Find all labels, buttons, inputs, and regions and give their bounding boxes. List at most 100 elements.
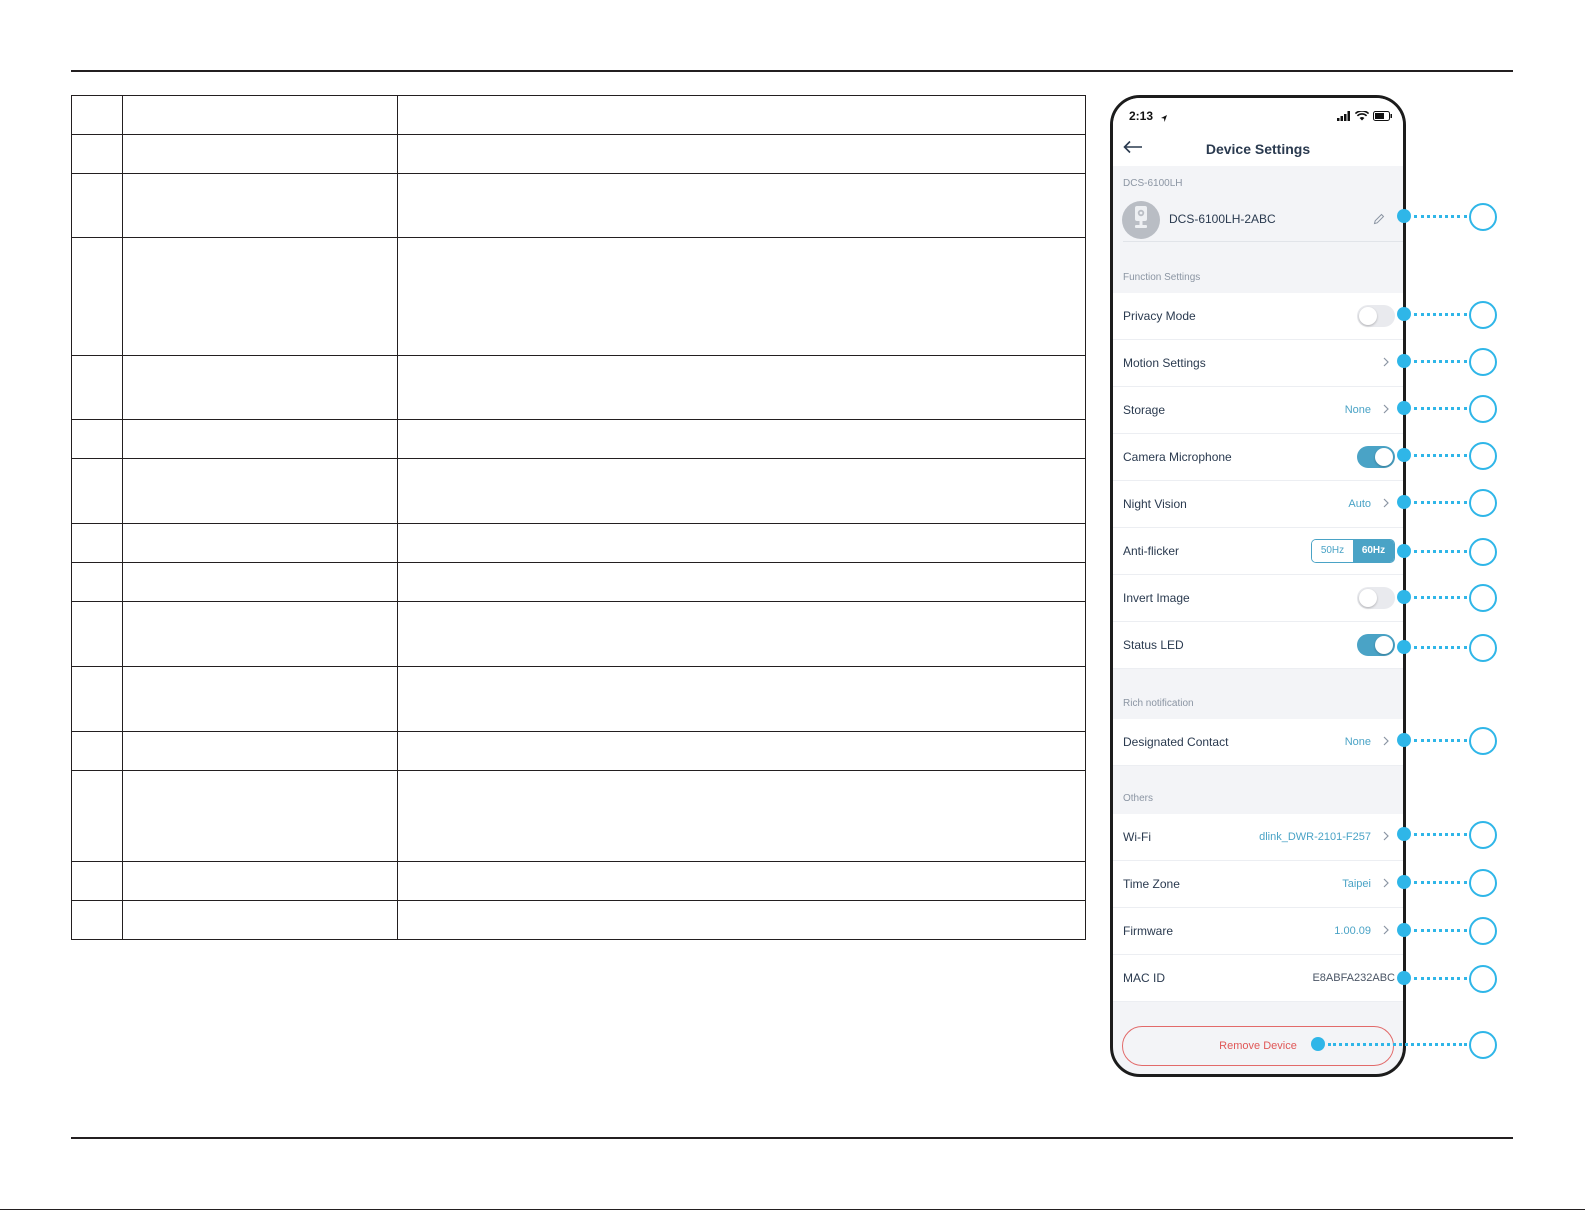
callout-number-circle <box>1469 821 1497 849</box>
time-zone-row[interactable]: Time Zone Taipei <box>1113 861 1403 908</box>
table-row <box>71 355 1086 420</box>
callout-leader-line <box>1414 929 1467 932</box>
page-title: Device Settings <box>1205 141 1311 157</box>
callout-leader-line <box>1414 596 1467 599</box>
anti-flicker-option-50hz[interactable]: 50Hz <box>1312 540 1353 562</box>
callout-number-circle <box>1469 538 1497 566</box>
anti-flicker-label: Anti-flicker <box>1123 544 1180 558</box>
callout-number-circle <box>1469 489 1497 517</box>
chevron-right-icon <box>1383 733 1389 751</box>
callout-number-circle <box>1469 965 1497 993</box>
motion-settings-row[interactable]: Motion Settings <box>1113 340 1403 387</box>
callout-dot <box>1397 971 1411 985</box>
phone-frame: 2:13 Device Settings DCS-6100LH DCS-6100… <box>1110 95 1406 1077</box>
callout-leader-line <box>1414 360 1467 363</box>
callout-dot <box>1397 923 1411 937</box>
camera-microphone-row: Camera Microphone <box>1113 434 1403 481</box>
callout-number-circle <box>1469 634 1497 662</box>
invert-image-label: Invert Image <box>1123 591 1190 605</box>
camera-microphone-toggle[interactable] <box>1357 446 1395 468</box>
callout-dot <box>1397 401 1411 415</box>
night-vision-value: Auto <box>1348 498 1371 510</box>
time-zone-label: Time Zone <box>1123 877 1180 891</box>
callout-number-circle <box>1469 348 1497 376</box>
table-row <box>71 95 1086 135</box>
callout-dot <box>1397 544 1411 558</box>
camera-microphone-label: Camera Microphone <box>1123 450 1232 464</box>
callout-number-circle <box>1469 869 1497 897</box>
firmware-label: Firmware <box>1123 924 1173 938</box>
battery-icon <box>1373 108 1393 126</box>
others-section-label: Others <box>1123 793 1154 804</box>
invert-image-toggle[interactable] <box>1357 587 1395 609</box>
status-led-row: Status LED <box>1113 622 1403 669</box>
storage-label: Storage <box>1123 403 1166 417</box>
privacy-mode-toggle[interactable] <box>1357 305 1395 327</box>
callout-leader-line <box>1414 407 1467 410</box>
function-settings-section-label: Function Settings <box>1123 272 1201 283</box>
invert-image-row: Invert Image <box>1113 575 1403 622</box>
chevron-right-icon <box>1383 401 1389 419</box>
device-name-row[interactable]: DCS-6100LH-2ABC <box>1113 198 1403 242</box>
wifi-row[interactable]: Wi-Fi dlink_DWR-2101-F257 <box>1113 814 1403 861</box>
storage-row[interactable]: Storage None <box>1113 387 1403 434</box>
status-bar: 2:13 <box>1113 98 1403 132</box>
bottom-rule <box>71 1137 1513 1139</box>
callout-leader-line <box>1414 977 1467 980</box>
wifi-icon <box>1354 108 1370 126</box>
chevron-right-icon <box>1383 495 1389 513</box>
table-row <box>71 861 1086 901</box>
callout-dot <box>1397 495 1411 509</box>
remove-device-button[interactable]: Remove Device <box>1122 1026 1394 1066</box>
callout-leader-line <box>1414 881 1467 884</box>
callout-dot <box>1397 640 1411 654</box>
privacy-mode-label: Privacy Mode <box>1123 309 1196 323</box>
callout-number-circle <box>1469 301 1497 329</box>
callout-number-circle <box>1469 203 1497 231</box>
anti-flicker-option-60hz[interactable]: 60Hz <box>1353 540 1394 562</box>
status-led-toggle[interactable] <box>1357 634 1395 656</box>
firmware-value: 1.00.09 <box>1334 925 1371 937</box>
mac-id-row: MAC ID E8ABFA232ABC <box>1113 955 1403 1002</box>
table-row <box>71 770 1086 862</box>
callout-dot <box>1397 827 1411 841</box>
mac-id-label: MAC ID <box>1123 971 1165 985</box>
callout-leader-line <box>1414 215 1467 218</box>
callout-dot <box>1397 875 1411 889</box>
callout-leader-line <box>1414 833 1467 836</box>
callout-dot <box>1397 733 1411 747</box>
callout-dot <box>1397 307 1411 321</box>
storage-value: None <box>1344 404 1371 416</box>
chevron-right-icon <box>1383 828 1389 846</box>
callout-dot <box>1311 1037 1325 1051</box>
pencil-edit-icon[interactable] <box>1373 212 1385 230</box>
anti-flicker-segmented-control: 50Hz 60Hz <box>1311 539 1395 563</box>
table-row <box>71 237 1086 356</box>
privacy-mode-row: Privacy Mode <box>1113 293 1403 340</box>
table-row <box>71 134 1086 174</box>
callout-number-circle <box>1469 584 1497 612</box>
settings-description-table <box>71 95 1086 940</box>
cellular-signal-icon <box>1337 108 1351 126</box>
callout-leader-line <box>1414 454 1467 457</box>
camera-avatar <box>1122 201 1160 239</box>
mac-id-value: E8ABFA232ABC <box>1312 972 1395 984</box>
designated-contact-row[interactable]: Designated Contact None <box>1113 719 1403 766</box>
callout-number-circle <box>1469 727 1497 755</box>
camera-icon <box>1132 205 1150 236</box>
callout-dot <box>1397 590 1411 604</box>
table-row <box>71 419 1086 459</box>
table-row <box>71 523 1086 563</box>
callout-leader-line <box>1414 313 1467 316</box>
designated-contact-value: None <box>1344 736 1371 748</box>
firmware-row[interactable]: Firmware 1.00.09 <box>1113 908 1403 955</box>
callout-dot <box>1397 209 1411 223</box>
callout-leader-line <box>1328 1043 1467 1046</box>
footer-rule <box>0 1209 1585 1210</box>
night-vision-row[interactable]: Night Vision Auto <box>1113 481 1403 528</box>
callout-number-circle <box>1469 442 1497 470</box>
top-rule <box>71 70 1513 72</box>
time-zone-value: Taipei <box>1342 878 1371 890</box>
callout-number-circle <box>1469 1031 1497 1059</box>
night-vision-label: Night Vision <box>1123 497 1187 511</box>
